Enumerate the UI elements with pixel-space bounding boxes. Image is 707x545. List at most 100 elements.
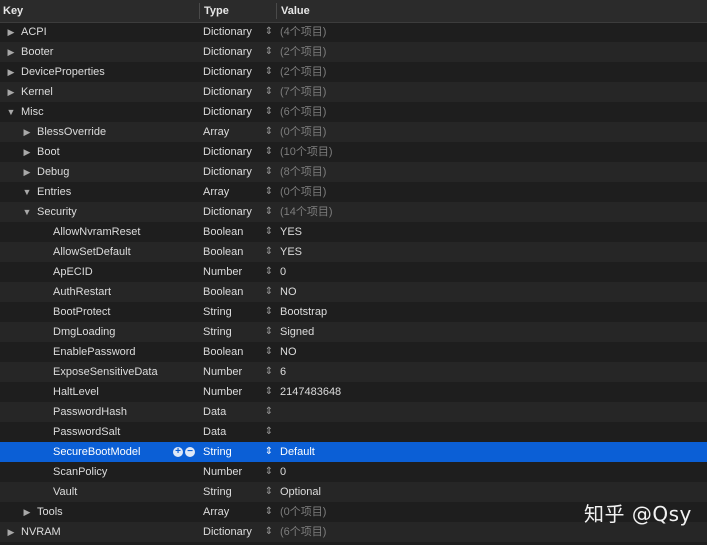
row-key[interactable]: AllowSetDefault: [53, 242, 131, 262]
up-down-chevron-icon[interactable]: ⇕: [264, 382, 274, 402]
plist-row[interactable]: SecureBootModel + − String ⇕ Default: [0, 442, 707, 462]
up-down-chevron-icon[interactable]: ⇕: [264, 42, 274, 62]
triangle-right-icon[interactable]: ▶: [6, 42, 16, 62]
row-type-select[interactable]: Dictionary: [203, 102, 252, 122]
up-down-chevron-icon[interactable]: ⇕: [264, 102, 274, 122]
plist-row[interactable]: ExposeSensitiveData Number ⇕ 6: [0, 362, 707, 382]
row-value[interactable]: (4个项目): [280, 22, 326, 42]
row-type-select[interactable]: Dictionary: [203, 202, 252, 222]
row-key[interactable]: BlessOverride: [37, 122, 106, 142]
plist-row[interactable]: ▶ Booter Dictionary ⇕ (2个项目): [0, 42, 707, 62]
row-type-select[interactable]: String: [203, 482, 232, 502]
plist-row[interactable]: ▶ ACPI Dictionary ⇕ (4个项目): [0, 22, 707, 42]
row-type-select[interactable]: Number: [203, 362, 242, 382]
row-key[interactable]: Misc: [21, 102, 44, 122]
row-type-select[interactable]: String: [203, 442, 232, 462]
row-type-select[interactable]: Dictionary: [203, 82, 252, 102]
up-down-chevron-icon[interactable]: ⇕: [264, 142, 274, 162]
up-down-chevron-icon[interactable]: ⇕: [264, 362, 274, 382]
row-type-select[interactable]: Number: [203, 262, 242, 282]
up-down-chevron-icon[interactable]: ⇕: [264, 482, 274, 502]
plist-row[interactable]: AllowNvramReset Boolean ⇕ YES: [0, 222, 707, 242]
plist-row[interactable]: ▼ Misc Dictionary ⇕ (6个项目): [0, 102, 707, 122]
row-key[interactable]: Boot: [37, 142, 60, 162]
up-down-chevron-icon[interactable]: ⇕: [264, 502, 274, 522]
triangle-down-icon[interactable]: ▼: [22, 202, 32, 222]
row-key[interactable]: DmgLoading: [53, 322, 115, 342]
plist-row[interactable]: DmgLoading String ⇕ Signed: [0, 322, 707, 342]
up-down-chevron-icon[interactable]: ⇕: [264, 82, 274, 102]
row-value[interactable]: (0个项目): [280, 182, 326, 202]
up-down-chevron-icon[interactable]: ⇕: [264, 402, 274, 422]
triangle-right-icon[interactable]: ▶: [22, 142, 32, 162]
plist-row[interactable]: BootProtect String ⇕ Bootstrap: [0, 302, 707, 322]
row-value[interactable]: NO: [280, 282, 297, 302]
row-key[interactable]: ScanPolicy: [53, 462, 107, 482]
row-type-select[interactable]: Dictionary: [203, 42, 252, 62]
row-key[interactable]: AllowNvramReset: [53, 222, 140, 242]
row-value[interactable]: (8个项目): [280, 162, 326, 182]
row-value[interactable]: YES: [280, 242, 302, 262]
up-down-chevron-icon[interactable]: ⇕: [264, 202, 274, 222]
up-down-chevron-icon[interactable]: ⇕: [264, 302, 274, 322]
row-key[interactable]: PasswordSalt: [53, 422, 120, 442]
column-divider[interactable]: [199, 3, 200, 19]
plist-row[interactable]: AllowSetDefault Boolean ⇕ YES: [0, 242, 707, 262]
up-down-chevron-icon[interactable]: ⇕: [264, 462, 274, 482]
triangle-down-icon[interactable]: ▼: [22, 182, 32, 202]
triangle-right-icon[interactable]: ▶: [22, 502, 32, 522]
triangle-right-icon[interactable]: ▶: [22, 122, 32, 142]
row-value[interactable]: 0: [280, 262, 286, 282]
key-column-header[interactable]: Key: [3, 0, 23, 22]
up-down-chevron-icon[interactable]: ⇕: [264, 222, 274, 242]
plist-row[interactable]: ▶ Debug Dictionary ⇕ (8个项目): [0, 162, 707, 182]
row-key[interactable]: HaltLevel: [53, 382, 99, 402]
row-type-select[interactable]: Data: [203, 402, 226, 422]
row-key[interactable]: ACPI: [21, 22, 47, 42]
row-value[interactable]: (14个项目): [280, 202, 333, 222]
row-key[interactable]: Debug: [37, 162, 69, 182]
plist-row[interactable]: ScanPolicy Number ⇕ 0: [0, 462, 707, 482]
plist-row[interactable]: ▶ BlessOverride Array ⇕ (0个项目): [0, 122, 707, 142]
row-type-select[interactable]: Array: [203, 122, 229, 142]
row-type-select[interactable]: Boolean: [203, 342, 243, 362]
row-type-select[interactable]: Dictionary: [203, 162, 252, 182]
row-key[interactable]: EnablePassword: [53, 342, 136, 362]
row-value[interactable]: 2147483648: [280, 382, 341, 402]
plist-row[interactable]: ▶ Kernel Dictionary ⇕ (7个项目): [0, 82, 707, 102]
row-key[interactable]: BootProtect: [53, 302, 110, 322]
row-key[interactable]: Entries: [37, 182, 71, 202]
up-down-chevron-icon[interactable]: ⇕: [264, 262, 274, 282]
column-divider[interactable]: [276, 3, 277, 19]
triangle-right-icon[interactable]: ▶: [22, 162, 32, 182]
row-type-select[interactable]: String: [203, 322, 232, 342]
row-type-select[interactable]: Array: [203, 502, 229, 522]
row-value[interactable]: NO: [280, 342, 297, 362]
row-value[interactable]: (6个项目): [280, 102, 326, 122]
row-value[interactable]: Optional: [280, 482, 321, 502]
plist-row[interactable]: PasswordSalt Data ⇕: [0, 422, 707, 442]
up-down-chevron-icon[interactable]: ⇕: [264, 242, 274, 262]
up-down-chevron-icon[interactable]: ⇕: [264, 62, 274, 82]
row-value[interactable]: (10个项目): [280, 142, 333, 162]
plus-circle-icon[interactable]: +: [173, 447, 183, 457]
row-key[interactable]: Vault: [53, 482, 77, 502]
type-column-header[interactable]: Type: [204, 0, 229, 22]
up-down-chevron-icon[interactable]: ⇕: [264, 162, 274, 182]
triangle-right-icon[interactable]: ▶: [6, 522, 16, 542]
up-down-chevron-icon[interactable]: ⇕: [264, 122, 274, 142]
row-value[interactable]: YES: [280, 222, 302, 242]
row-value[interactable]: (0个项目): [280, 122, 326, 142]
plist-row[interactable]: ApECID Number ⇕ 0: [0, 262, 707, 282]
plist-row[interactable]: PasswordHash Data ⇕: [0, 402, 707, 422]
plist-row[interactable]: AuthRestart Boolean ⇕ NO: [0, 282, 707, 302]
row-value[interactable]: Bootstrap: [280, 302, 327, 322]
up-down-chevron-icon[interactable]: ⇕: [264, 322, 274, 342]
row-value[interactable]: (6个项目): [280, 522, 326, 542]
plist-row[interactable]: ▶ Boot Dictionary ⇕ (10个项目): [0, 142, 707, 162]
row-type-select[interactable]: Number: [203, 382, 242, 402]
plist-row[interactable]: ▼ Entries Array ⇕ (0个项目): [0, 182, 707, 202]
plist-row[interactable]: ▼ Security Dictionary ⇕ (14个项目): [0, 202, 707, 222]
row-type-select[interactable]: Dictionary: [203, 142, 252, 162]
up-down-chevron-icon[interactable]: ⇕: [264, 342, 274, 362]
